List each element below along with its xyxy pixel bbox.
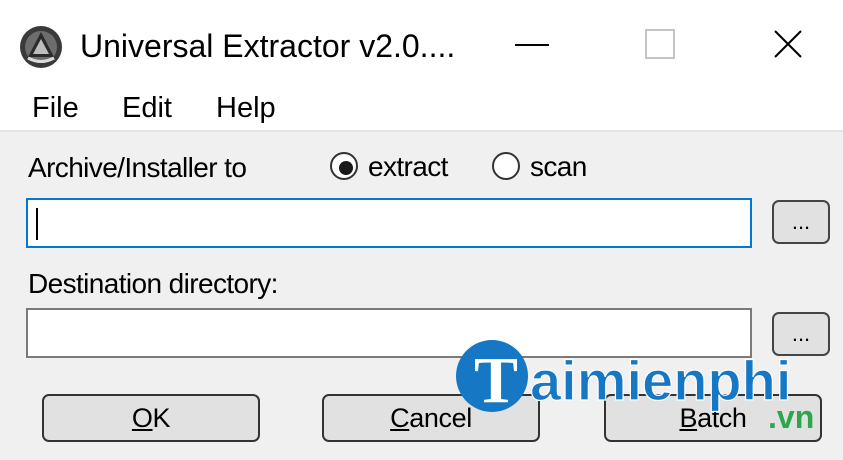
ok-accelerator: O xyxy=(131,403,153,433)
ok-button[interactable]: OK xyxy=(42,394,260,442)
maximize-button[interactable] xyxy=(620,14,700,76)
radio-extract-label: extract xyxy=(368,151,448,182)
menu-file[interactable]: File xyxy=(32,90,79,126)
archive-label: Archive/Installer to xyxy=(28,152,247,183)
app-window: Universal Extractor v2.0.... File Edit H… xyxy=(0,0,843,460)
radio-circle xyxy=(330,152,358,180)
radio-extract[interactable]: extract xyxy=(330,152,470,184)
archive-path-input[interactable] xyxy=(26,198,752,248)
radio-scan-label: scan xyxy=(530,151,587,182)
radio-scan[interactable]: scan xyxy=(492,152,602,184)
minimize-icon xyxy=(515,44,549,46)
minimize-button[interactable] xyxy=(492,14,572,76)
radio-circle xyxy=(492,152,520,180)
app-logo-icon xyxy=(20,26,62,68)
menu-bar: File Edit Help xyxy=(0,86,843,130)
ok-label-rest: K xyxy=(152,403,171,433)
archive-browse-button[interactable]: ... xyxy=(772,200,830,244)
menu-edit[interactable]: Edit xyxy=(122,90,172,126)
radio-selected-dot xyxy=(339,161,353,175)
dialog-body: Archive/Installer to extract scan ... De… xyxy=(0,130,843,460)
maximize-icon xyxy=(645,29,675,59)
watermark-tld: .vn xyxy=(768,399,814,432)
menu-help[interactable]: Help xyxy=(216,90,276,126)
destination-label: Destination directory: xyxy=(28,268,278,299)
window-title: Universal Extractor v2.0.... xyxy=(80,28,456,64)
title-bar[interactable]: Universal Extractor v2.0.... xyxy=(0,0,843,86)
watermark-brand: aimienphi xyxy=(530,349,791,412)
close-icon xyxy=(774,30,802,58)
watermark-logo: T aimienphi .vn xyxy=(456,340,814,432)
cancel-accelerator: C xyxy=(390,403,410,433)
svg-text:T: T xyxy=(474,344,518,417)
close-button[interactable] xyxy=(748,14,828,76)
text-caret xyxy=(36,208,38,240)
